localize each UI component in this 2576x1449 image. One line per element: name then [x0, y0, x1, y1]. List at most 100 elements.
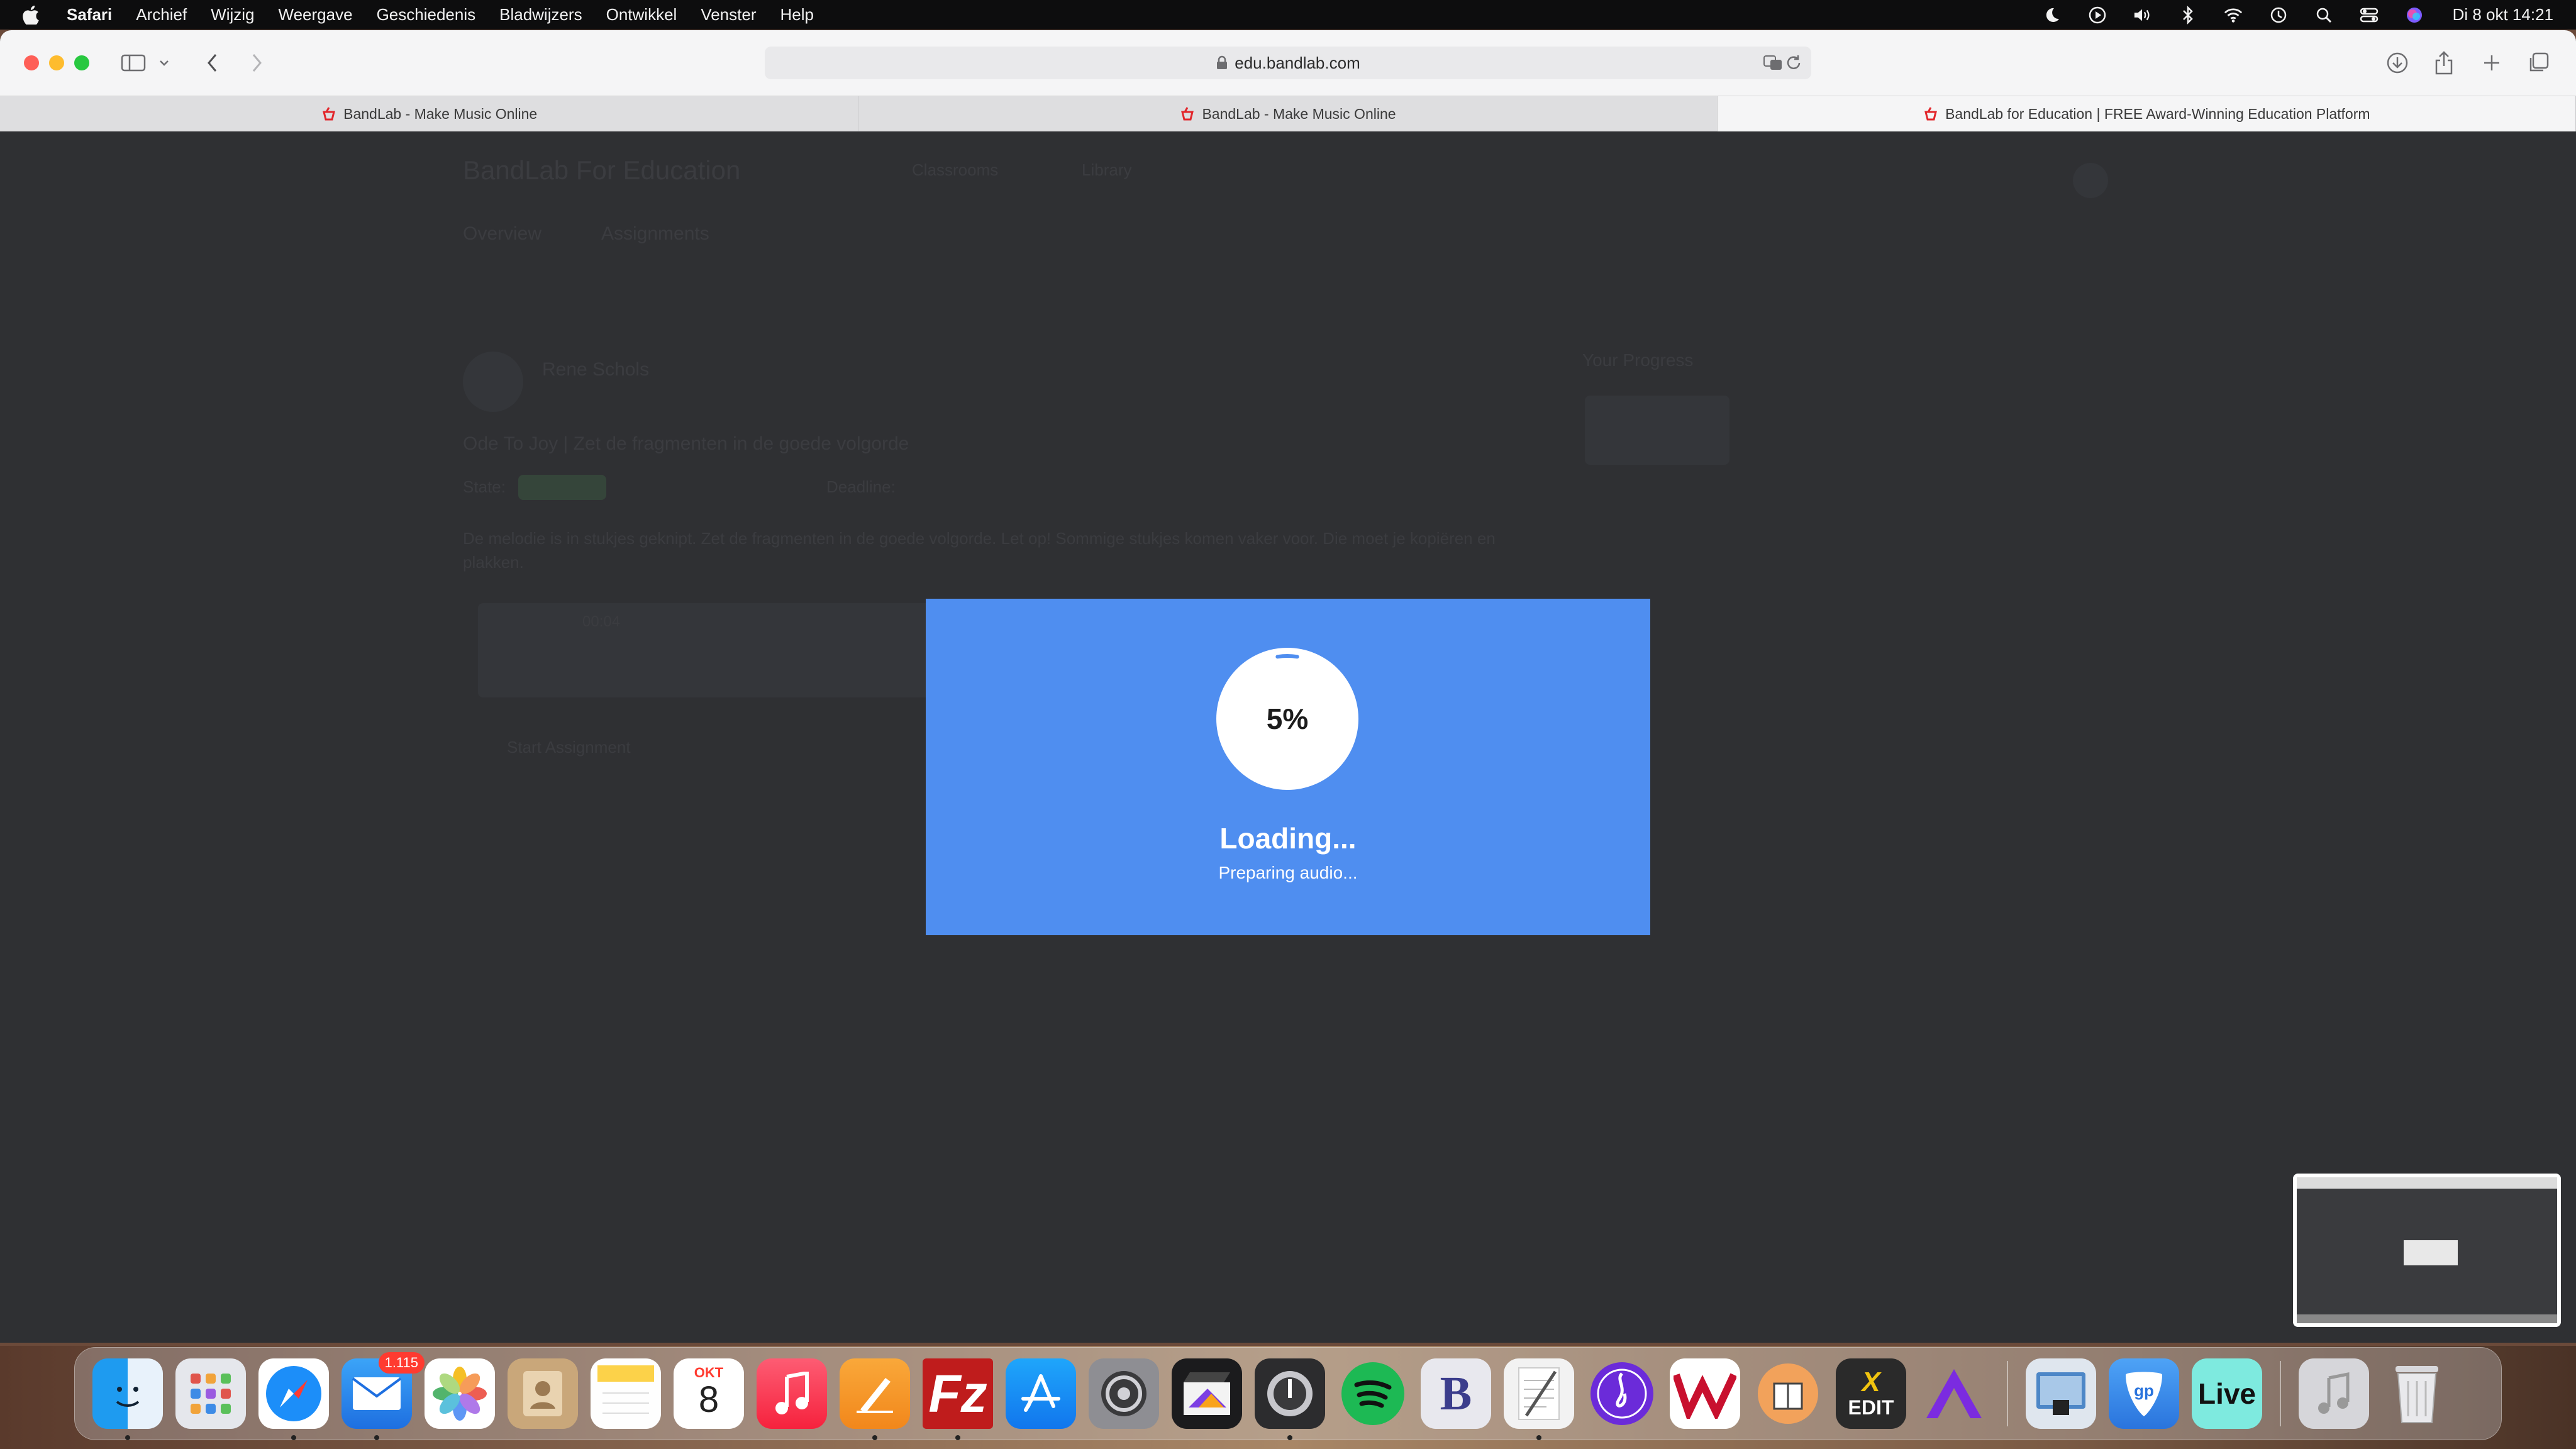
screenshot-thumbnail[interactable]: [2293, 1174, 2561, 1327]
address-bar[interactable]: edu.bandlab.com: [765, 47, 1811, 79]
final-cut-icon[interactable]: [1172, 1358, 1242, 1429]
contacts-icon[interactable]: [508, 1358, 578, 1429]
wavelab-icon[interactable]: [1670, 1358, 1740, 1429]
bluetooth-icon[interactable]: [2179, 5, 2197, 25]
safari-window: edu.bandlab.com BandLab - Make Music Onl…: [0, 30, 2576, 1343]
menu-bar-clock[interactable]: Di 8 okt 14:21: [2453, 5, 2553, 25]
running-indicator: [872, 1435, 877, 1440]
reload-icon[interactable]: [1785, 54, 1802, 72]
lock-icon: [1216, 55, 1228, 70]
tab-label: BandLab - Make Music Online: [343, 105, 538, 122]
x32-edit-label: EDIT: [1848, 1396, 1894, 1419]
progress-percent: 5%: [1266, 702, 1309, 735]
dictionary-icon[interactable]: [1753, 1358, 1823, 1429]
menu-weergave[interactable]: Weergave: [279, 5, 353, 25]
share-icon[interactable]: [2430, 49, 2458, 77]
window-zoom-button[interactable]: [74, 55, 89, 70]
siri-icon[interactable]: [2405, 6, 2424, 25]
bbedit-icon[interactable]: B: [1421, 1358, 1491, 1429]
bandlab-favicon-icon: [323, 107, 336, 121]
textedit-icon[interactable]: [1504, 1358, 1574, 1440]
sidebar-toggle-icon[interactable]: [119, 49, 147, 77]
live-label: Live: [2197, 1377, 2257, 1410]
menu-venster[interactable]: Venster: [701, 5, 756, 25]
menu-help[interactable]: Help: [780, 5, 813, 25]
mail-icon[interactable]: 1.115: [341, 1352, 425, 1440]
forward-icon[interactable]: [243, 49, 270, 77]
dock-separator: [2280, 1361, 2281, 1426]
tab-label: BandLab - Make Music Online: [1202, 105, 1396, 122]
dock: 1.115 OKT 8 Fz B X EDIT gp Live: [74, 1347, 2502, 1440]
trash-icon[interactable]: [2382, 1358, 2452, 1429]
author-avatar: [463, 352, 523, 412]
menu-bladwijzers[interactable]: Bladwijzers: [499, 5, 582, 25]
guitar-pro-icon[interactable]: gp: [2109, 1358, 2179, 1429]
play-circle-icon[interactable]: [2088, 6, 2107, 25]
deadline-label: Deadline:: [826, 477, 896, 496]
menu-ontwikkel[interactable]: Ontwikkel: [606, 5, 677, 25]
x32-edit-icon[interactable]: X EDIT: [1836, 1358, 1906, 1429]
bandlab-favicon-icon: [1181, 107, 1194, 121]
downloads-icon[interactable]: [2384, 49, 2411, 77]
apple-icon[interactable]: [23, 5, 48, 25]
dock-separator: [2007, 1361, 2008, 1426]
notes-icon[interactable]: [591, 1358, 661, 1429]
volume-icon[interactable]: [2133, 6, 2152, 25]
finder-icon[interactable]: [92, 1358, 163, 1440]
app-store-icon[interactable]: [1006, 1358, 1076, 1429]
avid-icon[interactable]: [1919, 1358, 1989, 1429]
running-indicator: [291, 1435, 296, 1440]
spotify-icon[interactable]: [1338, 1358, 1408, 1429]
time-machine-icon[interactable]: [2269, 6, 2288, 25]
menu-app-name[interactable]: Safari: [67, 5, 112, 25]
translate-icon[interactable]: [1763, 54, 1782, 72]
tab-bandlab-2[interactable]: BandLab - Make Music Online: [858, 96, 1718, 131]
system-settings-icon[interactable]: [1089, 1358, 1159, 1429]
nav-classrooms: Classrooms: [912, 160, 999, 179]
menu-archief[interactable]: Archief: [136, 5, 187, 25]
start-assignment-button: Start Assignment: [507, 738, 631, 757]
spotlight-search-icon[interactable]: [2314, 6, 2333, 25]
browser-toolbar: edu.bandlab.com: [0, 30, 2576, 96]
notation-icon[interactable]: [1587, 1358, 1657, 1429]
control-center-icon[interactable]: [2360, 6, 2379, 25]
author-name: Rene Schols: [542, 359, 650, 380]
running-indicator: [125, 1435, 130, 1440]
pages-icon[interactable]: [840, 1358, 910, 1440]
thumbnail-toolbar: [2297, 1177, 2557, 1189]
safari-icon[interactable]: [258, 1358, 329, 1440]
subnav-overview: Overview: [463, 223, 542, 244]
calendar-icon[interactable]: OKT 8: [674, 1358, 744, 1429]
thumbnail-modal: [2404, 1240, 2458, 1265]
tab-label: BandLab for Education | FREE Award-Winni…: [1945, 105, 2370, 122]
chevron-down-icon[interactable]: [155, 49, 174, 77]
tab-bandlab-education[interactable]: BandLab for Education | FREE Award-Winni…: [1717, 96, 2576, 131]
calendar-day: 8: [698, 1379, 719, 1420]
tab-overview-icon[interactable]: [2524, 49, 2552, 77]
audio-player: [478, 603, 931, 697]
new-tab-icon[interactable]: [2478, 49, 2506, 77]
menu-wijzig[interactable]: Wijzig: [211, 5, 254, 25]
window-minimize-button[interactable]: [49, 55, 64, 70]
music-folder-icon[interactable]: [2299, 1358, 2369, 1429]
wifi-icon[interactable]: [2224, 6, 2243, 25]
url-text: edu.bandlab.com: [1235, 53, 1360, 72]
live-icon[interactable]: Live: [2192, 1358, 2262, 1429]
running-indicator: [955, 1435, 960, 1440]
window-close-button[interactable]: [24, 55, 39, 70]
running-indicator: [1536, 1435, 1541, 1440]
launchpad-icon[interactable]: [175, 1358, 246, 1429]
menu-geschiedenis[interactable]: Geschiedenis: [377, 5, 476, 25]
running-indicator: [374, 1435, 379, 1440]
moon-icon[interactable]: [2043, 6, 2062, 25]
tab-bandlab-1[interactable]: BandLab - Make Music Online: [0, 96, 859, 131]
loading-dialog: 5% Loading... Preparing audio...: [926, 599, 1650, 935]
filezilla-icon[interactable]: Fz: [923, 1358, 993, 1440]
music-icon[interactable]: [757, 1358, 827, 1429]
nav-library: Library: [1082, 160, 1132, 179]
preview-icon[interactable]: [2026, 1358, 2096, 1429]
logic-icon[interactable]: [1255, 1358, 1325, 1440]
photos-icon[interactable]: [425, 1358, 495, 1429]
back-icon[interactable]: [199, 49, 226, 77]
progress-circle: 5%: [1216, 648, 1358, 790]
